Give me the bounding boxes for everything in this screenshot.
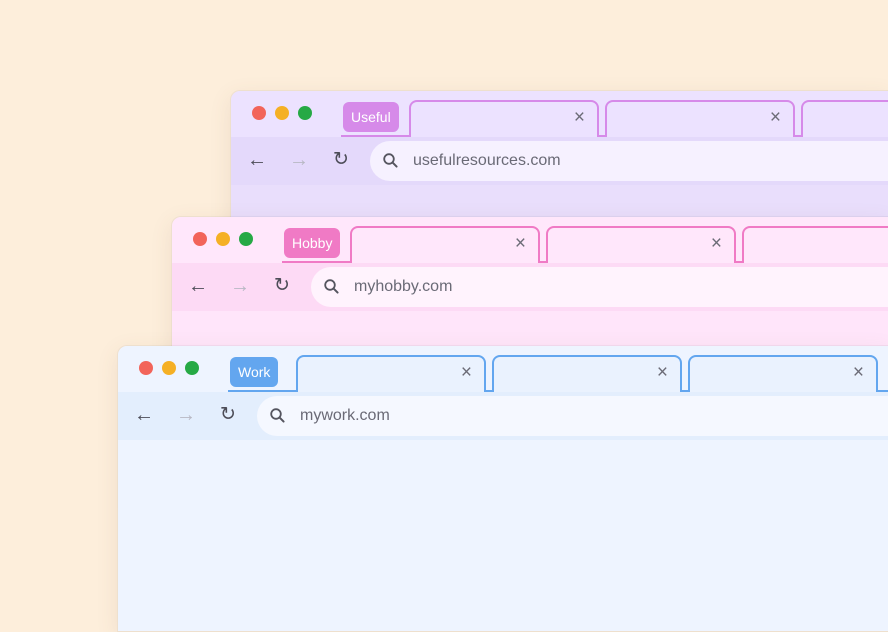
window-controls bbox=[193, 232, 253, 246]
tab[interactable]: × bbox=[350, 226, 540, 263]
close-icon[interactable]: × bbox=[515, 234, 526, 254]
search-icon bbox=[383, 153, 398, 168]
back-arrow-icon[interactable]: ← bbox=[246, 149, 268, 171]
tab[interactable]: × bbox=[296, 355, 486, 392]
reload-icon[interactable]: ↻ bbox=[330, 149, 352, 171]
close-window-button[interactable] bbox=[193, 232, 207, 246]
maximize-window-button[interactable] bbox=[239, 232, 253, 246]
tab-group-chip-work[interactable]: Work bbox=[230, 357, 279, 387]
tab[interactable]: × bbox=[688, 355, 878, 392]
reload-icon[interactable]: ↻ bbox=[271, 275, 293, 297]
window-controls bbox=[252, 106, 312, 120]
forward-arrow-icon[interactable]: → bbox=[229, 275, 251, 297]
address-bar[interactable]: usefulresources.com bbox=[370, 141, 888, 181]
close-icon[interactable]: × bbox=[657, 363, 668, 383]
navigation-toolbar: ← → ↻ mywork.com bbox=[118, 392, 888, 440]
address-url: mywork.com bbox=[300, 407, 390, 424]
close-icon[interactable]: × bbox=[711, 234, 722, 254]
tab-strip: Hobby × × × bbox=[172, 217, 888, 263]
browser-window-work: Work × × × ← → ↻ mywork.com bbox=[117, 345, 888, 632]
minimize-window-button[interactable] bbox=[275, 106, 289, 120]
close-window-button[interactable] bbox=[139, 361, 153, 375]
close-icon[interactable]: × bbox=[853, 363, 864, 383]
minimize-window-button[interactable] bbox=[216, 232, 230, 246]
close-icon[interactable]: × bbox=[461, 363, 472, 383]
back-arrow-icon[interactable]: ← bbox=[133, 404, 155, 426]
maximize-window-button[interactable] bbox=[185, 361, 199, 375]
tab[interactable]: × bbox=[546, 226, 736, 263]
tab-group-chip-useful[interactable]: Useful bbox=[343, 102, 399, 132]
address-url: myhobby.com bbox=[354, 278, 453, 295]
back-arrow-icon[interactable]: ← bbox=[187, 275, 209, 297]
address-bar[interactable]: myhobby.com bbox=[311, 267, 888, 307]
window-controls bbox=[139, 361, 199, 375]
minimize-window-button[interactable] bbox=[162, 361, 176, 375]
tab[interactable]: × bbox=[409, 100, 599, 137]
close-icon[interactable]: × bbox=[574, 108, 585, 128]
search-icon bbox=[324, 279, 339, 294]
tab[interactable]: × bbox=[801, 100, 888, 137]
forward-arrow-icon[interactable]: → bbox=[288, 149, 310, 171]
navigation-toolbar: ← → ↻ myhobby.com bbox=[172, 263, 888, 311]
tab[interactable]: × bbox=[742, 226, 888, 263]
maximize-window-button[interactable] bbox=[298, 106, 312, 120]
address-bar[interactable]: mywork.com bbox=[257, 396, 888, 436]
tab-strip: Work × × × bbox=[118, 346, 888, 392]
navigation-toolbar: ← → ↻ usefulresources.com bbox=[231, 137, 888, 185]
tab-strip: Useful × × × bbox=[231, 91, 888, 137]
search-icon bbox=[270, 408, 285, 423]
tab[interactable]: × bbox=[605, 100, 795, 137]
address-url: usefulresources.com bbox=[413, 152, 561, 169]
forward-arrow-icon[interactable]: → bbox=[175, 404, 197, 426]
page-content bbox=[118, 440, 888, 631]
close-icon[interactable]: × bbox=[770, 108, 781, 128]
close-window-button[interactable] bbox=[252, 106, 266, 120]
reload-icon[interactable]: ↻ bbox=[217, 404, 239, 426]
tab-group-chip-hobby[interactable]: Hobby bbox=[284, 228, 341, 258]
tab[interactable]: × bbox=[492, 355, 682, 392]
